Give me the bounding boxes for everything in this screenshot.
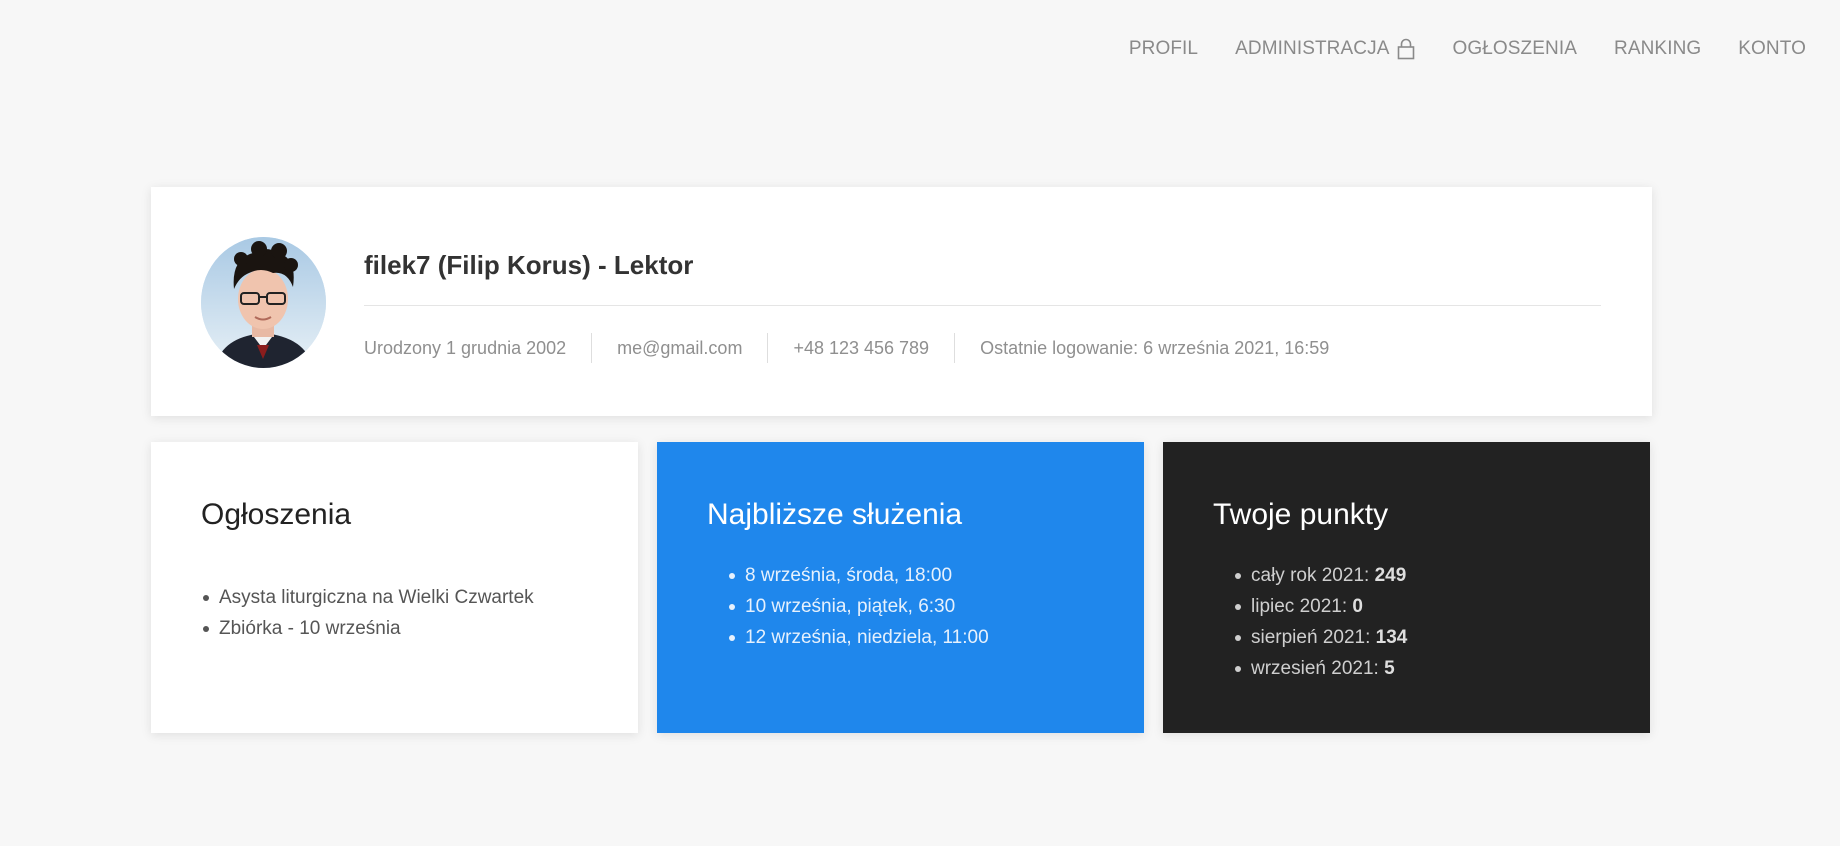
nav-ogloszenia-label: OGŁOSZENIA (1452, 38, 1577, 59)
points-label: sierpień 2021: (1251, 627, 1376, 648)
profile-name: filek7 (Filip Korus) - Lektor (364, 250, 694, 280)
service-item: 12 września, niedziela, 11:00 (727, 622, 1094, 653)
announcements-list: Asysta liturgiczna na Wielki Czwartek Zb… (201, 582, 588, 644)
profile-divider (364, 305, 1601, 306)
points-item: wrzesień 2021: 5 (1233, 653, 1600, 684)
nav-ranking[interactable]: RANKING (1614, 38, 1701, 60)
birth-date: Urodzony 1 grudnia 2002 (364, 338, 567, 358)
lock-icon (1398, 38, 1415, 60)
avatar (201, 237, 326, 368)
top-nav: PROFIL ADMINISTRACJA OGŁOSZENIA RANKING … (1092, 38, 1806, 60)
nav-profil-label: PROFIL (1128, 38, 1199, 59)
points-item: sierpień 2021: 134 (1233, 622, 1600, 653)
announcements-card: Ogłoszenia Asysta liturgiczna na Wielki … (151, 442, 638, 733)
services-card: Najbliższe służenia 8 września, środa, 1… (657, 442, 1144, 733)
announcement-item[interactable]: Zbiórka - 10 września (201, 613, 588, 644)
points-label: cały rok 2021: (1251, 565, 1375, 586)
nav-administracja[interactable]: ADMINISTRACJA (1235, 38, 1415, 60)
points-item: cały rok 2021: 249 (1233, 560, 1600, 591)
services-list: 8 września, środa, 18:00 10 września, pi… (707, 560, 1094, 653)
points-value: 249 (1374, 565, 1407, 586)
email: me@gmail.com (591, 333, 767, 363)
points-list: cały rok 2021: 249 lipiec 2021: 0 sierpi… (1213, 560, 1600, 684)
announcement-item[interactable]: Asysta liturgiczna na Wielki Czwartek (201, 582, 588, 613)
nav-konto-label: KONTO (1738, 38, 1806, 59)
points-card: Twoje punkty cały rok 2021: 249 lipiec 2… (1163, 442, 1650, 733)
phone: +48 123 456 789 (767, 333, 954, 363)
last-login: Ostatnie logowanie: 6 września 2021, 16:… (954, 333, 1354, 363)
service-item: 10 września, piątek, 6:30 (727, 591, 1094, 622)
service-item: 8 września, środa, 18:00 (727, 560, 1094, 591)
nav-profil[interactable]: PROFIL (1129, 38, 1198, 60)
nav-administracja-label: ADMINISTRACJA (1235, 38, 1390, 59)
points-value: 134 (1375, 627, 1408, 648)
points-title: Twoje punkty (1213, 498, 1389, 531)
points-value: 0 (1352, 596, 1363, 617)
nav-konto[interactable]: KONTO (1738, 38, 1806, 60)
announcements-title: Ogłoszenia (201, 498, 352, 531)
profile-meta: Urodzony 1 grudnia 2002 me@gmail.com +48… (364, 333, 1354, 363)
nav-ogloszenia[interactable]: OGŁOSZENIA (1452, 38, 1577, 60)
points-value: 5 (1384, 658, 1395, 679)
avatar-photo (201, 237, 326, 368)
nav-ranking-label: RANKING (1614, 38, 1702, 59)
points-label: lipiec 2021: (1251, 596, 1353, 617)
services-title: Najbliższe służenia (707, 498, 963, 531)
profile-card: filek7 (Filip Korus) - Lektor Urodzony 1… (151, 187, 1652, 416)
points-label: wrzesień 2021: (1251, 658, 1385, 679)
points-item: lipiec 2021: 0 (1233, 591, 1600, 622)
